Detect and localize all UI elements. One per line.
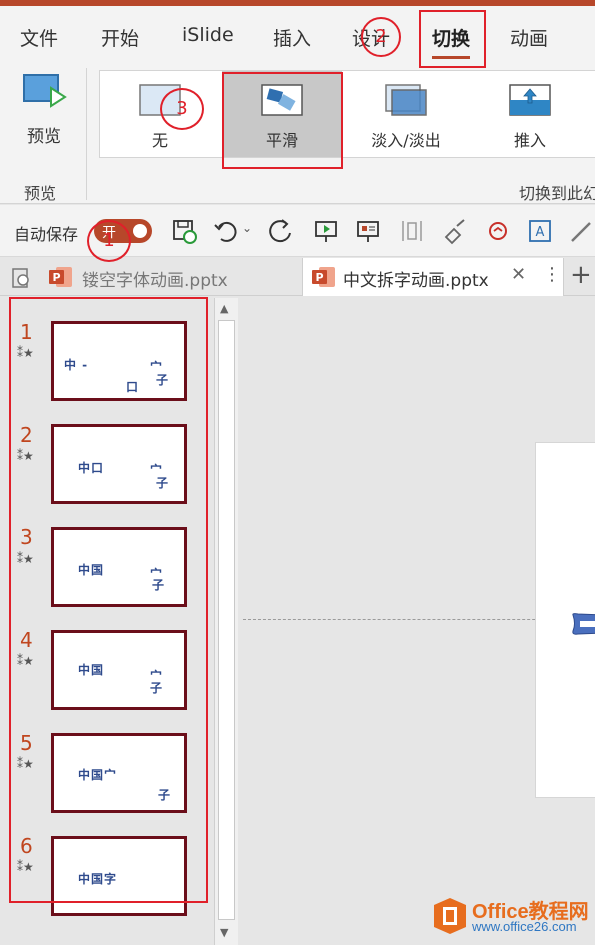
autosave-label: 自动保存 [14, 225, 79, 244]
highlight-transitions-tab [419, 10, 486, 68]
transitions-group-label: 切换到此幻 [519, 184, 595, 203]
doc-tab-name: 镂空字体动画.pptx [82, 271, 228, 291]
preview-icon [23, 74, 67, 108]
office-logo-icon [434, 898, 466, 934]
tab-islide[interactable]: iSlide [182, 24, 234, 46]
svg-text:P: P [52, 271, 60, 284]
group-divider [86, 68, 87, 200]
scroll-down-icon[interactable]: ▼ [220, 926, 228, 939]
toggle-knob [133, 224, 147, 238]
pen-icon[interactable] [568, 217, 595, 245]
ribbon-tabs: 文件 开始 iSlide 插入 设计 切换 动画 [0, 6, 595, 64]
redo-icon[interactable] [268, 217, 296, 245]
doc-tab-hollow-font[interactable]: P 镂空字体动画.pptx [40, 258, 302, 296]
slide-editor [243, 296, 595, 945]
save-icon[interactable] [170, 217, 198, 245]
presenter-view-icon[interactable] [354, 217, 382, 245]
tab-file[interactable]: 文件 [20, 24, 58, 51]
highlight-thumbnail-pane [9, 297, 208, 903]
preview-button[interactable]: 预览 [14, 72, 74, 147]
slide-shape[interactable] [570, 611, 595, 637]
doc-tab-chinese-split[interactable]: P 中文拆字动画.pptx ✕ ⋮ [302, 258, 564, 296]
thumbnail-scrollbar[interactable]: ▲ ▼ [214, 298, 238, 945]
document-tabs: P 镂空字体动画.pptx P 中文拆字动画.pptx ✕ ⋮ + [0, 258, 595, 296]
undo-dropdown-icon[interactable]: ⌄ [242, 221, 252, 235]
tab-insert[interactable]: 插入 [273, 24, 311, 51]
add-tab-icon[interactable]: + [570, 260, 592, 290]
watermark-url: www.office26.com [472, 919, 577, 934]
tab-animations[interactable]: 动画 [510, 24, 548, 51]
ppt-file-icon: P [49, 267, 72, 287]
transition-fade-label: 淡入/淡出 [371, 131, 441, 150]
tab-home[interactable]: 开始 [101, 24, 139, 51]
svg-text:P: P [315, 271, 323, 284]
transition-push-label: 推入 [513, 131, 546, 150]
shape-icon[interactable] [484, 217, 512, 245]
annotation-circle-1: 1 [87, 220, 131, 262]
slide-canvas[interactable] [535, 442, 595, 798]
highlight-morph-transition [222, 72, 343, 169]
transition-push-icon [509, 84, 551, 116]
scroll-up-icon[interactable]: ▲ [220, 302, 228, 315]
undo-icon[interactable] [212, 217, 240, 245]
close-tab-icon[interactable]: ✕ [511, 264, 526, 285]
format-painter-icon[interactable] [440, 217, 468, 245]
watermark: Office教程网 www.office26.com [432, 893, 595, 941]
annotation-circle-2: 2 [361, 17, 401, 57]
more-icon[interactable]: ⋮ [543, 264, 561, 285]
doc-tab-name: 中文拆字动画.pptx [343, 271, 489, 291]
slideshow-icon[interactable] [312, 217, 340, 245]
annotation-circle-3: 3 [160, 88, 204, 130]
transition-fade-icon [385, 84, 427, 116]
preview-group-label: 预览 [24, 184, 57, 203]
ppt-file-icon: P [312, 267, 335, 287]
distribute-icon[interactable] [398, 217, 426, 245]
transition-none-label: 无 [151, 131, 168, 150]
history-icon[interactable] [10, 267, 32, 289]
preview-label: 预览 [27, 127, 61, 147]
text-box-icon[interactable]: A [526, 217, 554, 245]
svg-text:A: A [536, 225, 545, 240]
transition-fade[interactable]: 淡入/淡出 [346, 71, 466, 157]
transition-push[interactable]: 推入 [470, 71, 590, 157]
scroll-track[interactable] [218, 320, 235, 920]
